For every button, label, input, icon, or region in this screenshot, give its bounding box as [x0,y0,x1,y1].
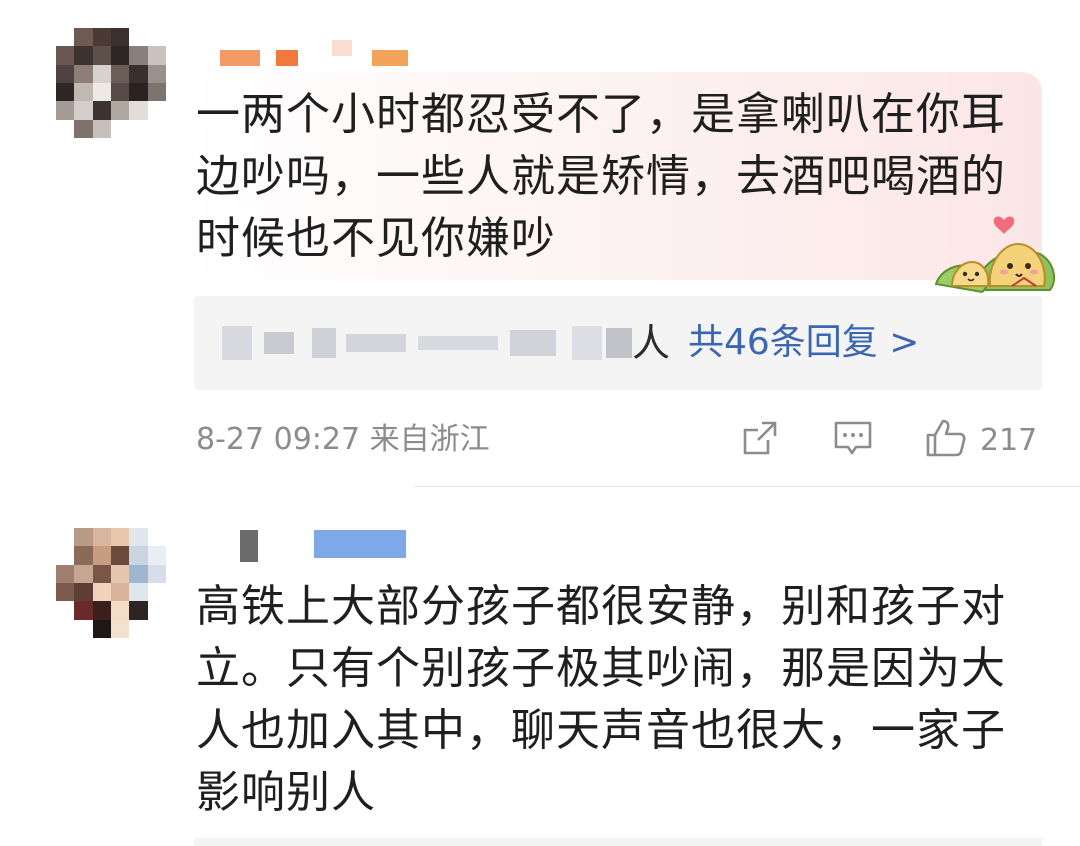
avatar[interactable] [56,28,166,138]
share-icon [740,418,780,462]
replies-preview-partial [194,838,1042,846]
avatar[interactable] [56,528,166,638]
comment-meta-row: 8-27 09:27 来自浙江 217 [196,416,1046,464]
like-count: 217 [980,422,1038,458]
comment-text: 一两个小时都忍受不了，是拿喇叭在你耳 边吵吗，一些人就是矫情，去酒吧喝酒的 时候… [196,89,1006,264]
replies-preview[interactable]: 人 共46条回复 > [194,296,1042,390]
replies-preview-blurred [222,326,632,360]
username-blurred[interactable] [200,530,420,562]
comment-text: 高铁上大部分孩子都很安静，别和孩子对 立。只有个别孩子极其吵闹，那是因为大 人也… [196,581,1006,818]
comment-icon [832,418,874,462]
thumbs-up-icon [924,416,968,464]
comment-time-location: 8-27 09:27 来自浙江 [196,422,490,457]
username-blurred[interactable] [200,40,420,66]
view-replies-link[interactable]: 共46条回复 > [688,316,919,370]
comment-button[interactable] [832,416,874,464]
replies-preview-tail: 人 [632,321,671,365]
comment-divider [414,486,1080,487]
dumpling-sticker-icon [932,214,1062,298]
like-button[interactable]: 217 [924,416,1037,464]
weibo-comments-page: 一两个小时都忍受不了，是拿喇叭在你耳 边吵吗，一些人就是矫情，去酒吧喝酒的 时候… [0,0,1080,846]
share-button[interactable] [740,416,780,464]
